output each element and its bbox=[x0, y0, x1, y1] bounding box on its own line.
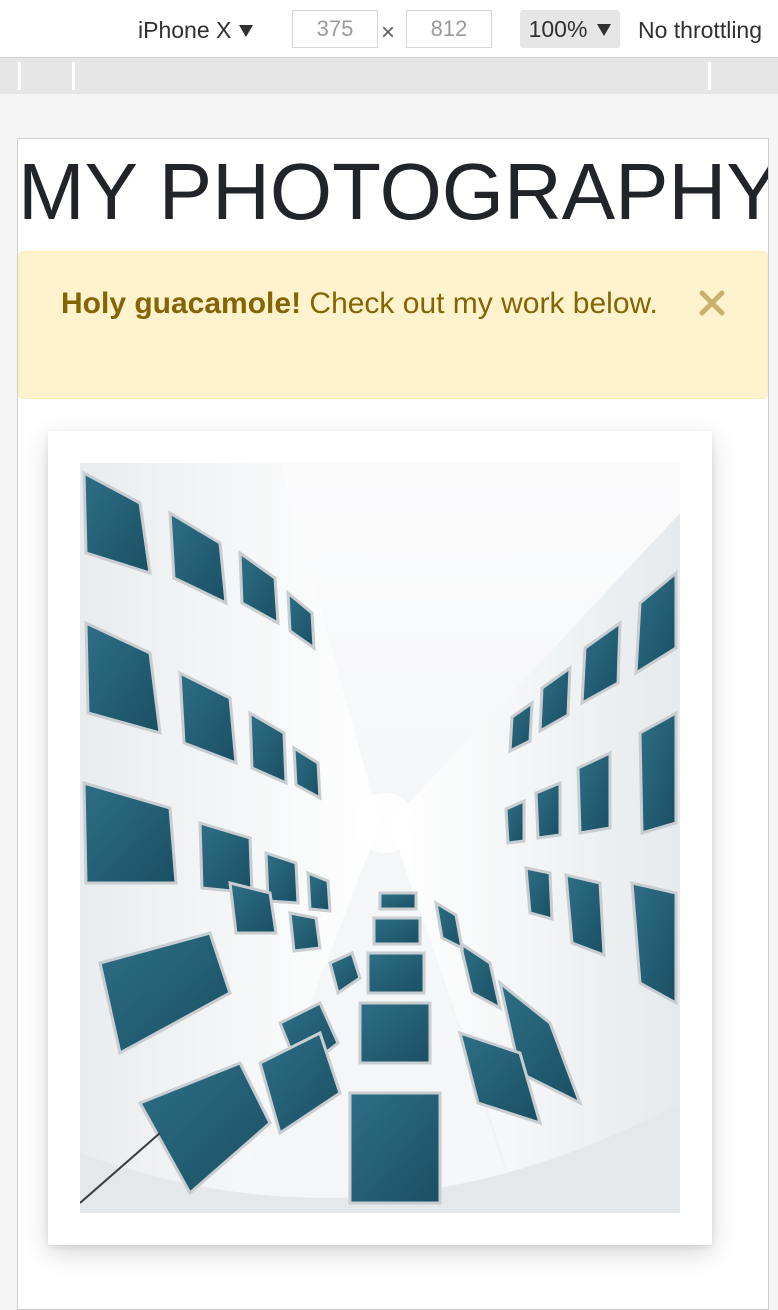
media-query-bar bbox=[0, 58, 778, 94]
warning-alert: Holy guacamole! Check out my work below. bbox=[18, 251, 768, 399]
throttling-select[interactable]: No throttling bbox=[638, 14, 762, 46]
alert-strong-text: Holy guacamole! bbox=[61, 287, 302, 320]
zoom-label: 100% bbox=[528, 15, 588, 42]
media-query-segment[interactable] bbox=[708, 62, 778, 90]
caret-down-icon bbox=[597, 24, 612, 36]
caret-down-icon bbox=[239, 25, 254, 37]
zoom-select[interactable]: 100% bbox=[520, 10, 620, 48]
page-title: MY PHOTOGRAPHY bbox=[18, 147, 769, 236]
photo-card bbox=[48, 431, 712, 1245]
width-input[interactable]: 375 bbox=[292, 10, 378, 48]
device-toolbar: iPhone X 375 × 812 100% No throttling bbox=[0, 0, 778, 58]
device-label: iPhone X bbox=[138, 17, 232, 43]
height-input[interactable]: 812 bbox=[406, 10, 492, 48]
media-query-segment[interactable] bbox=[72, 62, 709, 90]
close-icon[interactable] bbox=[695, 286, 729, 320]
alert-message: Holy guacamole! Check out my work below. bbox=[61, 280, 661, 328]
device-select[interactable]: iPhone X bbox=[138, 14, 254, 46]
alert-body-text: Check out my work below. bbox=[301, 287, 658, 320]
dimension-separator: × bbox=[381, 19, 396, 46]
architecture-photo bbox=[80, 463, 680, 1213]
media-query-segment[interactable] bbox=[18, 62, 73, 90]
device-viewport: MY PHOTOGRAPHY Holy guacamole! Check out… bbox=[17, 138, 769, 1310]
